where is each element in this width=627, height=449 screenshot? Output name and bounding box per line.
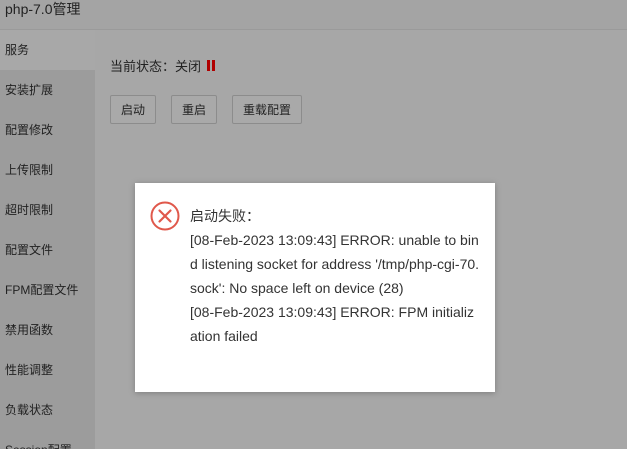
service-status: 当前状态： 关闭 — [110, 56, 216, 75]
reload-config-button[interactable]: 重载配置 — [232, 95, 303, 124]
window-title: php-7.0管理 — [5, 1, 81, 17]
sidebar-item-load-status[interactable]: 负载状态 — [0, 390, 95, 430]
sidebar-item-config-edit[interactable]: 配置修改 — [0, 110, 95, 150]
service-button-row: 启动 重启 重载配置 — [110, 95, 317, 124]
status-label: 当前状态： — [110, 59, 176, 74]
sidebar-item-fpm-config-file[interactable]: FPM配置文件 — [0, 270, 95, 310]
sidebar-item-service[interactable]: 服务 — [0, 30, 95, 70]
error-message: 启动失败： [08-Feb-2023 13:09:43] ERROR: unab… — [190, 204, 480, 348]
sidebar: 服务 安装扩展 配置修改 上传限制 超时限制 配置文件 FPM配置文件 禁用函数… — [0, 30, 95, 449]
restart-button[interactable]: 重启 — [171, 95, 218, 124]
start-button[interactable]: 启动 — [110, 95, 157, 124]
error-line-2: [08-Feb-2023 13:09:43] ERROR: FPM initia… — [190, 304, 475, 344]
status-value: 关闭 — [175, 59, 202, 74]
sidebar-item-performance-tuning[interactable]: 性能调整 — [0, 350, 95, 390]
sidebar-item-config-file[interactable]: 配置文件 — [0, 230, 95, 270]
sidebar-item-disabled-functions[interactable]: 禁用函数 — [0, 310, 95, 350]
sidebar-item-session-config[interactable]: Session配置 — [0, 430, 95, 449]
error-line-1: [08-Feb-2023 13:09:43] ERROR: unable to … — [190, 232, 480, 296]
window-titlebar: php-7.0管理 — [0, 0, 627, 30]
stopped-pause-icon — [207, 60, 216, 71]
sidebar-item-timeout-limit[interactable]: 超时限制 — [0, 190, 95, 230]
error-dialog: 启动失败： [08-Feb-2023 13:09:43] ERROR: unab… — [135, 183, 495, 392]
error-heading: 启动失败： — [190, 208, 260, 224]
sidebar-item-install-extensions[interactable]: 安装扩展 — [0, 70, 95, 110]
sidebar-item-upload-limit[interactable]: 上传限制 — [0, 150, 95, 190]
error-circle-x-icon — [150, 201, 180, 231]
